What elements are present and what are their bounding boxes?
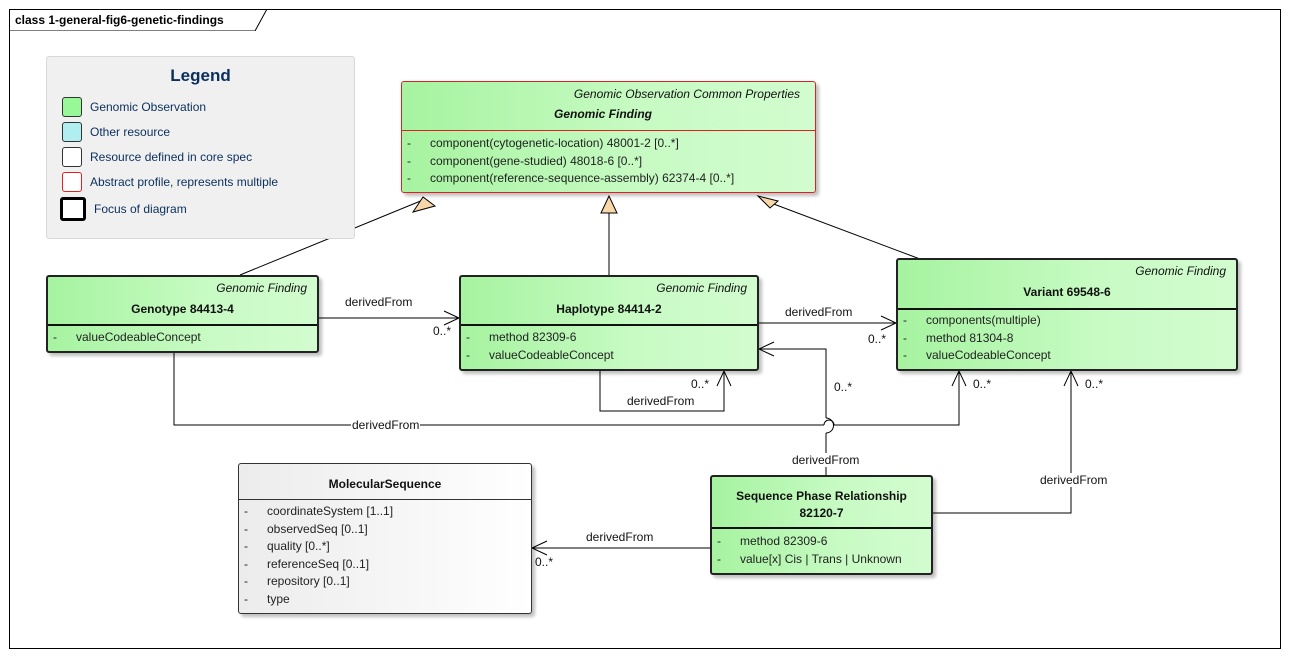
multiplicity-label: 0..* bbox=[535, 555, 554, 569]
legend-item: Abstract profile, represents multiple bbox=[62, 171, 278, 193]
class-haplotype[interactable]: Genomic Finding Haplotype 84414-2 - metho… bbox=[459, 275, 759, 371]
class-name-line2: 82120-7 bbox=[799, 506, 844, 520]
attribute-list: - coordinateSystem [1..1] - observedSeq [0… bbox=[239, 504, 531, 609]
divider bbox=[48, 324, 317, 326]
connector-label: derivedFrom bbox=[627, 394, 695, 408]
attribute-list: - method 82309-6 - value[x] Cis | Trans | … bbox=[712, 534, 931, 569]
generalization-variant bbox=[770, 202, 921, 260]
legend-item: Focus of diagram bbox=[60, 197, 187, 221]
attribute: - referenceSeq [0..1] bbox=[244, 556, 370, 571]
attribute: - valueCodeableConcept bbox=[903, 348, 1051, 362]
multiplicity-label: 0..* bbox=[834, 380, 853, 394]
attribute: - components(multiple) bbox=[903, 313, 1041, 327]
class-name: Genotype 84413-4 bbox=[131, 302, 234, 316]
legend-item: Resource defined in core spec bbox=[62, 146, 252, 168]
class-sequence-phase-relationship[interactable]: Sequence Phase Relationship 82120-7 - met… bbox=[710, 475, 933, 575]
attribute: - method 82309-6 bbox=[717, 534, 828, 548]
divider bbox=[898, 308, 1236, 310]
divider bbox=[239, 499, 531, 500]
attribute: - method 81304-8 bbox=[903, 330, 1014, 345]
attribute-list: - components(multiple) - method 81304-8 -v… bbox=[898, 313, 1236, 366]
stereotype: Genomic Observation Common Properties bbox=[573, 87, 800, 101]
attribute: - component(reference-sequence-assembly) … bbox=[407, 171, 735, 185]
attribute: - component(cytogenetic-location) 48001-2… bbox=[407, 136, 679, 150]
connector-label: derivedFrom bbox=[785, 305, 853, 319]
attribute: - repository [0..1] bbox=[244, 574, 350, 588]
connector-label: derivedFrom bbox=[351, 418, 421, 432]
swatch-core-resource bbox=[62, 147, 82, 167]
assoc-spr-variant bbox=[932, 371, 1072, 514]
attribute: - component(gene-studied) 48018-6 [0..*] bbox=[407, 153, 643, 168]
swatch-other-resource bbox=[62, 122, 82, 142]
stereotype: Genomic Finding bbox=[1135, 264, 1226, 278]
stereotype: Genomic Finding bbox=[216, 281, 307, 295]
legend-item: Genomic Observation bbox=[62, 96, 206, 118]
multiplicity-label: 0..* bbox=[1085, 377, 1104, 391]
connector-label: derivedFrom bbox=[345, 295, 413, 309]
legend-label: Abstract profile, represents multiple bbox=[90, 175, 279, 189]
class-name: MolecularSequence bbox=[328, 477, 442, 491]
attribute: - quality [0..*] bbox=[244, 539, 330, 553]
generalization-triangle-icon bbox=[756, 195, 780, 209]
class-variant[interactable]: Genomic Finding Variant 69548-6 - compone… bbox=[896, 258, 1238, 371]
attribute: - observedSeq [0..1] bbox=[244, 521, 368, 536]
connector-label: derivedFrom bbox=[791, 453, 861, 467]
multiplicity-label: 0..* bbox=[433, 324, 452, 338]
attribute-list: - component(cytogenetic-location) 48001-2… bbox=[402, 136, 815, 189]
swatch-abstract-profile bbox=[62, 172, 82, 192]
class-genotype[interactable]: Genomic Finding Genotype 84413-4 - valueC… bbox=[46, 275, 319, 353]
generalization-triangle-icon bbox=[411, 196, 437, 213]
class-name: Variant 69548-6 bbox=[1023, 285, 1111, 299]
divider bbox=[461, 324, 757, 326]
connector-label: derivedFrom bbox=[1039, 473, 1109, 487]
attribute: - coordinateSystem [1..1] bbox=[244, 504, 394, 518]
class-name: Genomic Finding bbox=[554, 107, 652, 121]
swatch-genomic-observation bbox=[62, 97, 82, 117]
stereotype: Genomic Finding bbox=[656, 281, 747, 295]
attribute-list: - method 82309-6 - valueCodeableConcept bbox=[461, 330, 757, 365]
legend-label: Resource defined in core spec bbox=[90, 150, 253, 164]
legend-item: Other resource bbox=[62, 121, 170, 143]
attribute: - valueCodeableConcept bbox=[466, 347, 614, 362]
attribute-list: - valueCodeableConcept bbox=[48, 330, 317, 348]
class-molecular-sequence[interactable]: MolecularSequence - coordinateSystem [1..… bbox=[238, 463, 532, 614]
legend-label: Genomic Observation bbox=[90, 100, 207, 114]
class-genomic-finding[interactable]: Genomic Observation Common Properties Ge… bbox=[401, 81, 816, 193]
generalization-triangle-icon bbox=[600, 194, 618, 214]
legend-label: Focus of diagram bbox=[94, 202, 187, 216]
class-name-line1: Sequence Phase Relationship bbox=[736, 489, 907, 503]
attribute: - valueCodeableConcept bbox=[53, 330, 201, 344]
attribute: - value[x] Cis | Trans | Unknown bbox=[717, 551, 902, 566]
connector-label: derivedFrom bbox=[586, 530, 654, 544]
legend-label: Other resource bbox=[90, 125, 171, 139]
divider bbox=[402, 130, 815, 131]
multiplicity-label: 0..* bbox=[973, 377, 992, 391]
swatch-focus bbox=[60, 197, 86, 221]
attribute: - type bbox=[244, 591, 290, 606]
class-name: Haplotype 84414-2 bbox=[556, 302, 662, 316]
legend-title: Legend bbox=[170, 66, 231, 85]
multiplicity-label: 0..* bbox=[691, 377, 710, 391]
legend: Legend Genomic Observation Other resourc… bbox=[46, 56, 355, 239]
multiplicity-label: 0..* bbox=[868, 332, 887, 346]
attribute: - method 82309-6 bbox=[466, 330, 577, 344]
divider bbox=[712, 527, 931, 529]
